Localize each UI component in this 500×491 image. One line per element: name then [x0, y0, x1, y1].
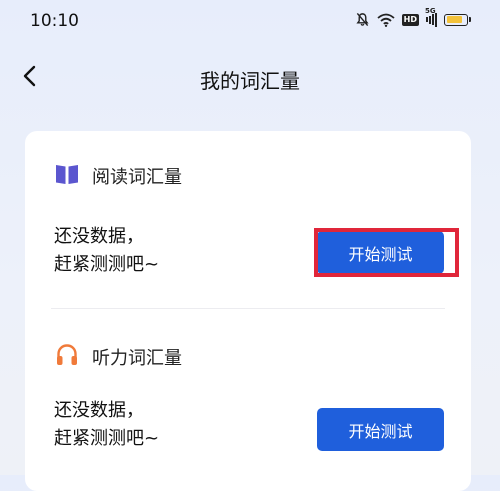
mute-bell-icon — [355, 12, 370, 27]
section-divider — [51, 308, 445, 309]
start-test-button[interactable]: 开始测试 — [317, 408, 444, 451]
start-test-button[interactable]: 开始测试 — [317, 231, 444, 274]
network-label: 5G — [425, 6, 436, 15]
message-line: 赶紧测测吧~ — [54, 428, 160, 449]
wifi-icon — [377, 13, 395, 27]
hd-icon: HD — [401, 13, 419, 26]
message-line: 还没数据， — [54, 400, 144, 421]
reading-section-header: 阅读词汇量 — [55, 163, 182, 189]
status-time: 10:10 — [30, 11, 79, 31]
section-title: 阅读词汇量 — [92, 167, 182, 188]
vocabulary-card: 阅读词汇量 还没数据， 赶紧测测吧~ 开始测试 听力词汇量 还没数据， 赶紧测测… — [25, 131, 471, 491]
battery-icon — [444, 13, 471, 26]
page-title: 我的词汇量 — [200, 69, 300, 93]
signal-5g-icon: 5G — [425, 7, 437, 27]
navigation-bar: 我的词汇量 — [0, 52, 500, 102]
empty-data-message: 还没数据， 赶紧测测吧~ — [54, 223, 159, 279]
section-title: 听力词汇量 — [92, 348, 182, 369]
status-bar: 10:10 HD 5G — [0, 0, 500, 44]
battery-level — [446, 16, 462, 23]
message-line: 赶紧测测吧~ — [54, 254, 160, 275]
status-icons: HD 5G — [355, 7, 471, 27]
message-line: 还没数据， — [54, 226, 144, 247]
empty-data-message: 还没数据， 赶紧测测吧~ — [54, 397, 159, 453]
headphones-icon — [55, 343, 79, 371]
book-icon — [55, 163, 79, 189]
listening-section-header: 听力词汇量 — [55, 343, 182, 371]
